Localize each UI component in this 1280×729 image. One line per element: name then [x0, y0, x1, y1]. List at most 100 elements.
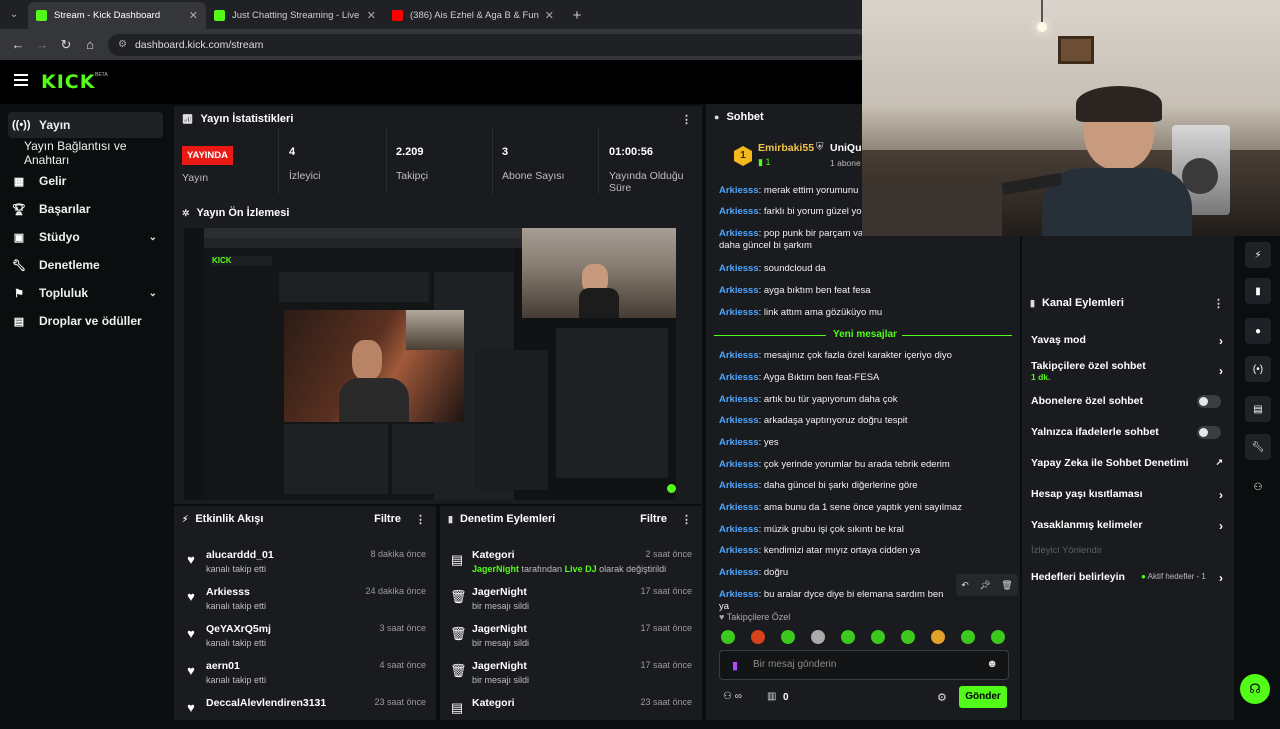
- url-field[interactable]: ⚙ dashboard.kick.com/stream: [108, 33, 868, 56]
- moderation-title[interactable]: JagerNight: [472, 660, 527, 672]
- stream-preview-video[interactable]: KICK: [184, 228, 676, 500]
- activity-user[interactable]: QeYAXrQ5mj: [206, 623, 271, 635]
- chat-username[interactable]: Arkiesss: [719, 545, 759, 556]
- more-icon[interactable]: ⋮: [415, 513, 426, 526]
- chat-username[interactable]: Arkiesss: [719, 524, 759, 535]
- chat-username[interactable]: Arkiesss: [719, 589, 759, 600]
- channel-action-ai-moderation[interactable]: Yapay Zeka ile Sohbet Denetimi ↗: [1031, 457, 1227, 469]
- chat-username[interactable]: Arkiesss: [719, 372, 759, 383]
- chat-username[interactable]: Arkiesss: [719, 263, 759, 274]
- emote-icon[interactable]: [931, 630, 945, 644]
- reply-icon[interactable]: ↶: [961, 580, 969, 591]
- chat-username[interactable]: Arkiesss: [719, 394, 759, 405]
- activity-user[interactable]: alucarddd_01: [206, 549, 274, 561]
- new-tab-icon[interactable]: +: [562, 2, 592, 29]
- chat-username[interactable]: Arkiesss: [719, 350, 759, 361]
- sidebar-item-denetleme[interactable]: 🔧︎ Denetleme: [8, 252, 163, 278]
- filter-button[interactable]: Filtre: [640, 513, 667, 525]
- chat-username[interactable]: Arkiesss: [719, 502, 759, 513]
- chat-message[interactable]: Arkiesss: bu aralar dyce diye bi elemana…: [719, 589, 951, 613]
- layout-icon[interactable]: ▤: [1245, 396, 1271, 422]
- top-supporter-name[interactable]: Emirbaki55: [758, 142, 814, 154]
- activity-user[interactable]: aern01: [206, 660, 240, 672]
- close-icon[interactable]: ✕: [545, 9, 554, 22]
- moderator-name[interactable]: JagerNight: [472, 564, 519, 574]
- chat-username[interactable]: Arkiesss: [719, 437, 759, 448]
- emote-icon[interactable]: [811, 630, 825, 644]
- chat-username[interactable]: Arkiesss: [719, 185, 759, 196]
- moderation-title[interactable]: JagerNight: [472, 586, 527, 598]
- chat-input[interactable]: ▮ Bir mesaj gönderin ☻: [719, 650, 1009, 680]
- chat-message[interactable]: Arkiesss: artık bu tür yapıyorum daha ço…: [719, 394, 1009, 406]
- chat-icon[interactable]: ●: [1245, 318, 1271, 344]
- channel-action-slow-mode[interactable]: Yavaş mod ›: [1031, 334, 1227, 348]
- chat-message[interactable]: Arkiesss: yes: [719, 437, 1009, 449]
- chat-username[interactable]: Arkiesss: [719, 415, 759, 426]
- chat-message[interactable]: Arkiesss: ama bunu da 1 sene önce yaptık…: [719, 502, 1009, 514]
- emote-icon[interactable]: [751, 630, 765, 644]
- document-icon[interactable]: ▮: [1245, 278, 1271, 304]
- close-icon[interactable]: ✕: [189, 9, 198, 22]
- chat-message[interactable]: Arkiesss: müzik grubu işi çok sıkıntı be…: [719, 524, 1009, 536]
- more-icon[interactable]: ⋮: [681, 513, 692, 526]
- channel-action-goals[interactable]: Hedefleri belirleyin ● Aktif hedefler - 1…: [1031, 571, 1227, 585]
- chat-username[interactable]: Arkiesss: [719, 459, 759, 470]
- emote-icon[interactable]: [991, 630, 1005, 644]
- emote-icon[interactable]: [961, 630, 975, 644]
- chat-message[interactable]: Arkiesss: soundcloud da: [719, 263, 1009, 275]
- channel-action-banned-words[interactable]: Yasaklanmış kelimeler ›: [1031, 519, 1227, 533]
- wrench-icon[interactable]: 🔧︎: [1245, 434, 1271, 460]
- sidebar-item-studyo[interactable]: ▣ Stüdyo ⌄: [8, 224, 163, 250]
- browser-tab[interactable]: (386) Ais Ezhel & Aga B & Funk ✕: [384, 2, 562, 29]
- chat-username[interactable]: Arkiesss: [719, 285, 759, 296]
- reload-icon[interactable]: ↻: [54, 33, 78, 57]
- sidebar-item-topluluk[interactable]: ⚑ Topluluk ⌄: [8, 280, 163, 306]
- send-button[interactable]: Gönder: [959, 686, 1007, 708]
- chat-message[interactable]: Arkiesss: arkadaşa yaptırıyoruz doğru te…: [719, 415, 1009, 427]
- activity-user[interactable]: Arkiesss: [206, 586, 250, 598]
- chat-username[interactable]: Arkiesss: [719, 206, 759, 217]
- sidebar-item-stream-key[interactable]: Yayın Bağlantısı ve Anahtarı: [8, 139, 163, 167]
- menu-icon[interactable]: [14, 74, 28, 86]
- trash-icon[interactable]: 🗑︎: [1001, 580, 1012, 591]
- chat-message[interactable]: Arkiesss: kendimizi atar mıyız ortaya ci…: [719, 545, 1009, 557]
- emote-icon[interactable]: [781, 630, 795, 644]
- sidebar-item-yayin[interactable]: ((•)) Yayın: [8, 112, 163, 138]
- channel-action-followers-only[interactable]: Takipçilere özel sohbet 1 dk. ›: [1031, 360, 1227, 382]
- kick-logo[interactable]: KICK: [41, 71, 95, 93]
- sidebar-item-gelir[interactable]: ▦ Gelir: [8, 168, 163, 194]
- community-icon[interactable]: ⚇: [1245, 474, 1271, 500]
- emote-icon[interactable]: [901, 630, 915, 644]
- sidebar-item-droplar[interactable]: ▤ Droplar ve ödüller: [8, 308, 163, 334]
- browser-tab[interactable]: Just Chatting Streaming - Live ✕: [206, 2, 384, 29]
- sidebar-item-basarilar[interactable]: 🏆︎ Başarılar: [8, 196, 163, 222]
- more-icon[interactable]: ⋮: [681, 113, 692, 126]
- chat-username[interactable]: Arkiesss: [719, 228, 759, 239]
- subscribers-only-toggle[interactable]: [1197, 395, 1221, 408]
- back-icon[interactable]: ←: [6, 33, 30, 57]
- emote-icon[interactable]: [871, 630, 885, 644]
- chat-message[interactable]: Arkiesss: çok yerinde yorumlar bu arada …: [719, 459, 1009, 471]
- moderation-title[interactable]: JagerNight: [472, 623, 527, 635]
- support-icon[interactable]: ☊: [1240, 674, 1270, 704]
- chat-message[interactable]: Arkiesss: Ayga Bıktım ben feat-FESA: [719, 372, 1009, 384]
- more-icon[interactable]: ⋮: [1213, 297, 1224, 310]
- bolt-icon[interactable]: ⚡︎: [1245, 242, 1271, 268]
- browser-tab[interactable]: Stream - Kick Dashboard ✕: [28, 2, 206, 29]
- chat-message[interactable]: Arkiesss: link attım ama gözüküyo mu: [719, 307, 1009, 319]
- chat-username[interactable]: Arkiesss: [719, 307, 759, 318]
- emote-only-toggle[interactable]: [1197, 426, 1221, 439]
- points-icon[interactable]: ▥: [767, 691, 776, 702]
- emote-icon[interactable]: [721, 630, 735, 644]
- activity-user[interactable]: DeccalAlevlendiren3131: [206, 697, 326, 709]
- pin-icon[interactable]: 📌︎: [979, 580, 990, 591]
- tab-search-icon[interactable]: ⌄: [0, 0, 28, 29]
- settings-icon[interactable]: ⚙: [937, 691, 947, 704]
- filter-button[interactable]: Filtre: [374, 513, 401, 525]
- emoji-icon[interactable]: ☻: [986, 658, 998, 670]
- chat-message[interactable]: Arkiesss: ayga bıktım ben feat fesa: [719, 285, 1009, 297]
- chat-username[interactable]: Arkiesss: [719, 480, 759, 491]
- chat-message[interactable]: Arkiesss: daha güncel bi şarkı diğerleri…: [719, 480, 1009, 492]
- broadcast-icon[interactable]: (•): [1245, 356, 1271, 382]
- channel-action-account-age[interactable]: Hesap yaşı kısıtlaması ›: [1031, 488, 1227, 502]
